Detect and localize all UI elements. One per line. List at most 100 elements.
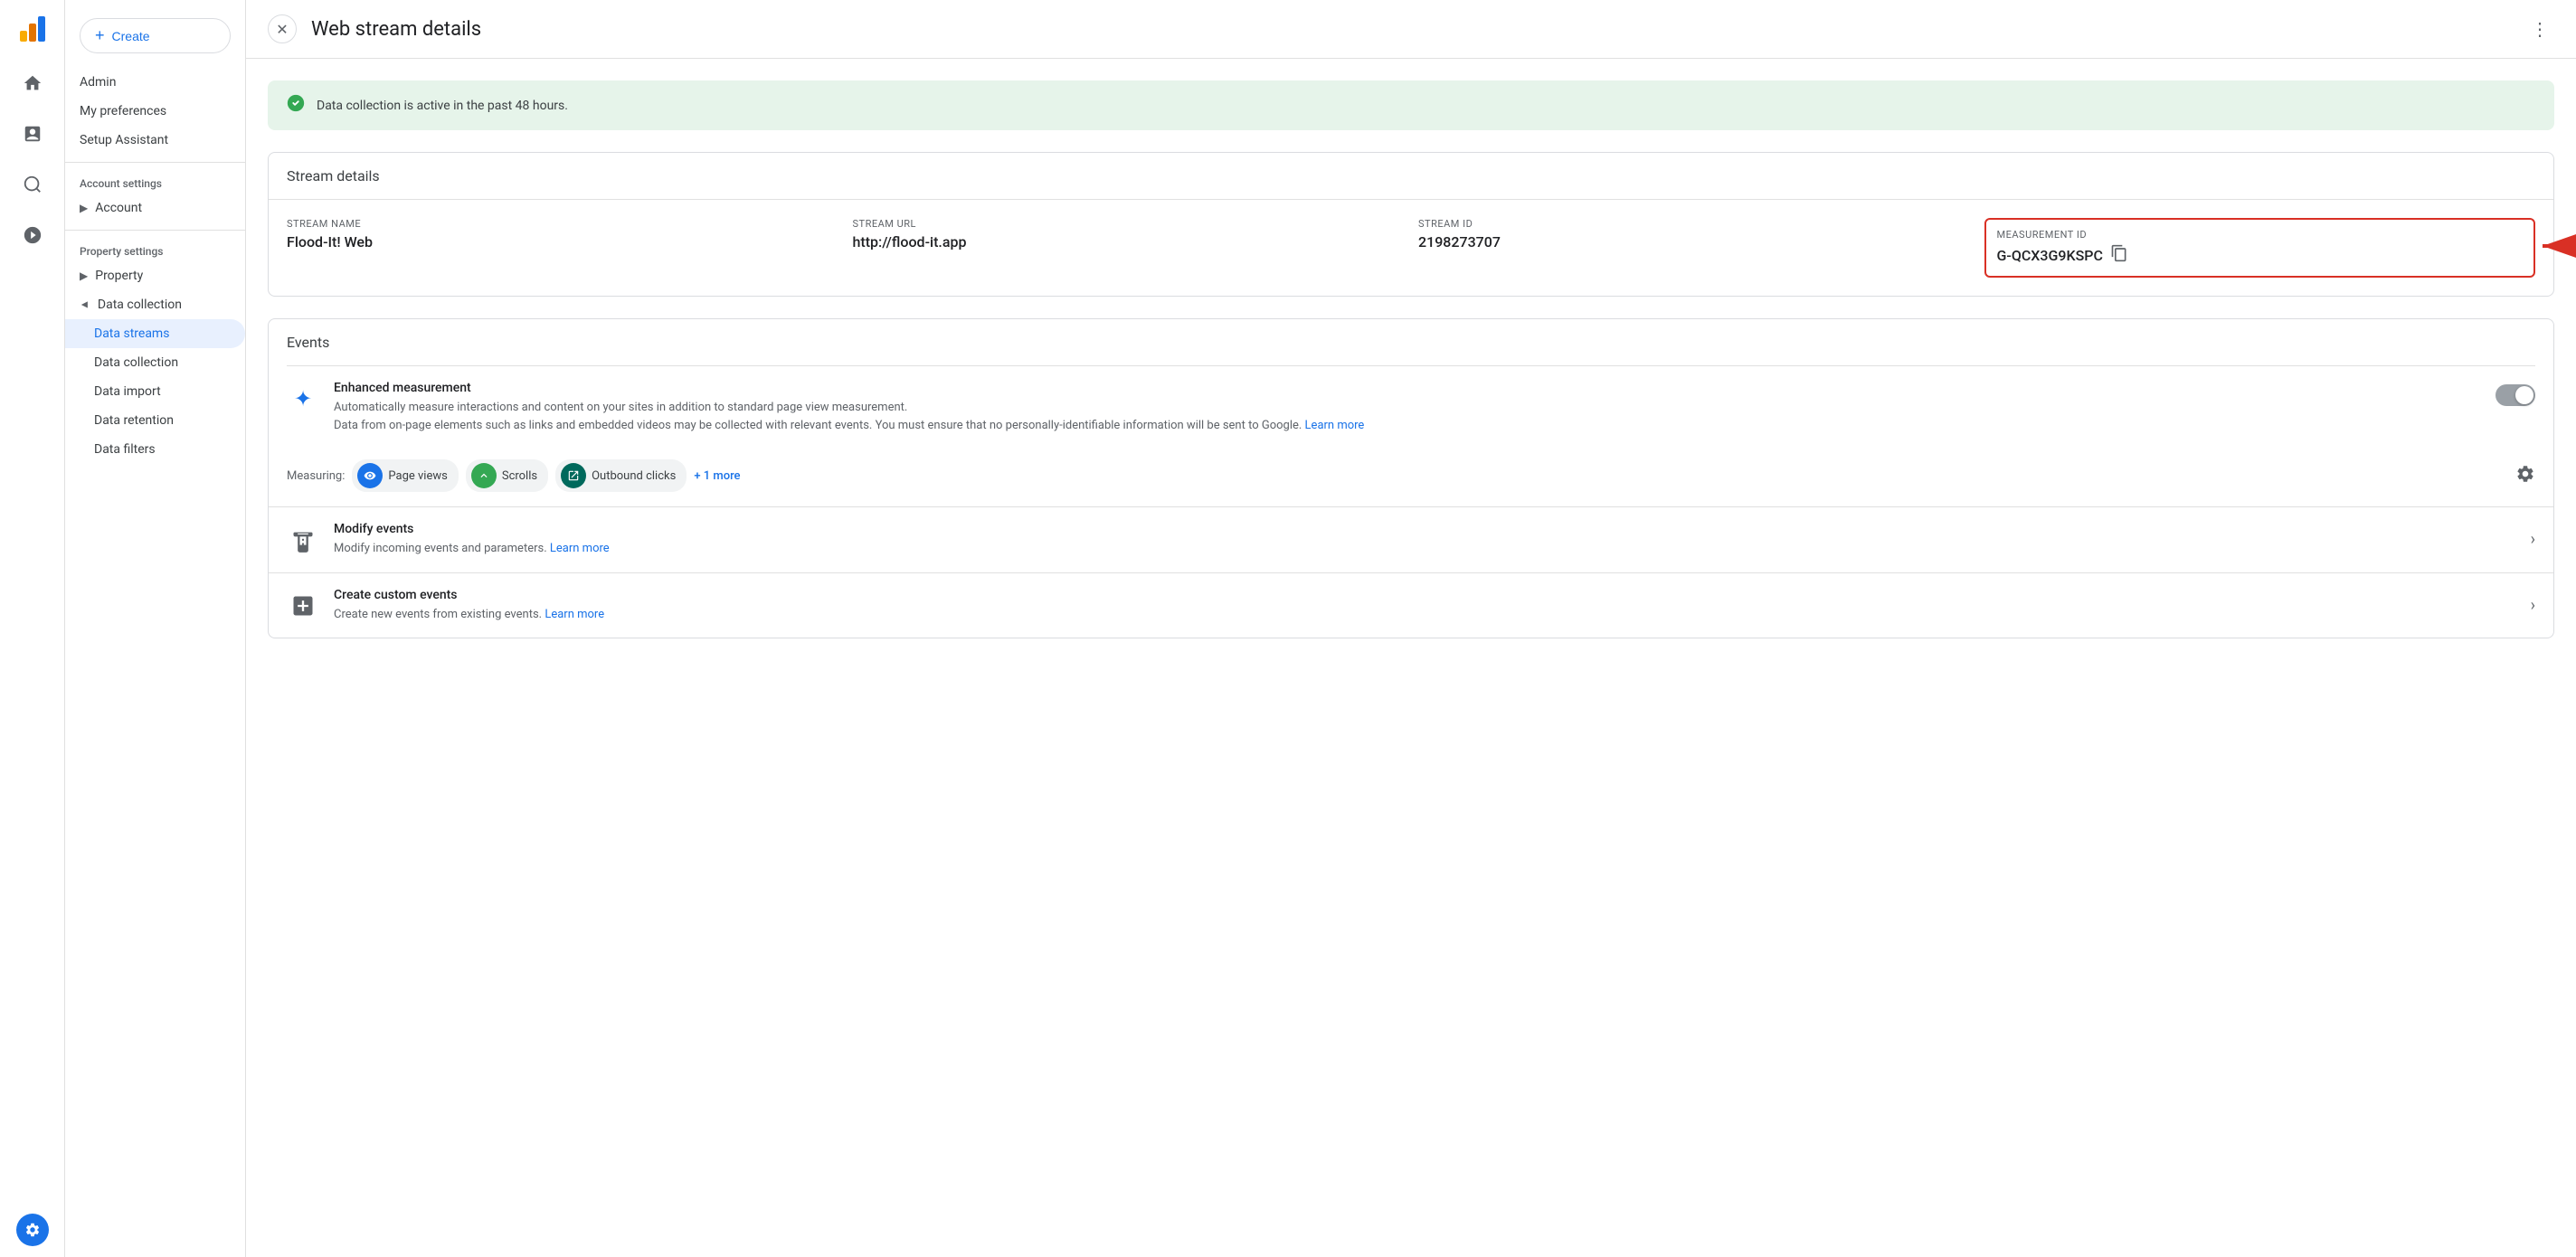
measuring-label: Measuring: bbox=[287, 469, 345, 483]
data-streams-label: Data streams bbox=[94, 326, 169, 341]
account-settings-label: Account settings bbox=[80, 177, 162, 190]
reports-icon[interactable] bbox=[11, 112, 54, 156]
advertising-icon[interactable] bbox=[11, 213, 54, 257]
measuring-settings-icon[interactable] bbox=[2515, 464, 2535, 488]
admin-menu-item[interactable]: Admin bbox=[65, 68, 245, 97]
page-views-label: Page views bbox=[388, 469, 447, 483]
measuring-row: Measuring: Page views Scrolls bbox=[269, 449, 2553, 506]
data-collection-sub-label: Data collection bbox=[94, 355, 178, 370]
measurement-id-label: MEASUREMENT ID bbox=[1997, 229, 2524, 241]
data-filters-menu-item[interactable]: Data filters bbox=[65, 435, 245, 464]
settings-icon[interactable] bbox=[16, 1214, 49, 1246]
measurement-id-row: G-QCX3G9KSPC bbox=[1997, 244, 2524, 267]
create-button[interactable]: + Create bbox=[80, 18, 231, 53]
sparkle-icon: ✦ bbox=[287, 383, 319, 415]
modify-events-desc: Modify incoming events and parameters. L… bbox=[334, 540, 2516, 558]
enhanced-desc2-text: Data from on-page elements such as links… bbox=[334, 419, 1302, 432]
enhanced-desc: Automatically measure interactions and c… bbox=[334, 399, 2481, 434]
stream-name-value: Flood-It! Web bbox=[287, 233, 838, 250]
main-content: ✕ Web stream details ⋮ Data collection i… bbox=[246, 0, 2576, 1257]
scrolls-chip[interactable]: Scrolls bbox=[466, 459, 548, 492]
page-views-chip[interactable]: Page views bbox=[352, 459, 458, 492]
enhanced-measurement-body: Enhanced measurement Automatically measu… bbox=[334, 381, 2481, 434]
property-settings-header: Property settings bbox=[65, 238, 245, 261]
learn-more-link-1[interactable]: Learn more bbox=[1305, 419, 1365, 432]
data-streams-menu-item[interactable]: Data streams bbox=[65, 319, 245, 348]
stream-url-value: http://flood-it.app bbox=[853, 233, 1405, 250]
account-arrow: ▶ bbox=[80, 202, 88, 214]
home-icon[interactable] bbox=[11, 61, 54, 105]
data-collection-menu-item[interactable]: ▼ Data collection bbox=[65, 290, 245, 319]
enhanced-measurement-toggle[interactable] bbox=[2496, 384, 2535, 406]
measurement-id-value: G-QCX3G9KSPC bbox=[1997, 247, 2103, 264]
outbound-clicks-chip[interactable]: Outbound clicks bbox=[555, 459, 687, 492]
create-custom-learn-more-label: Learn more bbox=[545, 608, 604, 621]
modify-events-desc-text: Modify incoming events and parameters. bbox=[334, 542, 547, 555]
stream-name-label: STREAM NAME bbox=[287, 218, 838, 230]
stream-details-grid: STREAM NAME Flood-It! Web STREAM URL htt… bbox=[269, 200, 2553, 296]
data-collection-sub-menu-item[interactable]: Data collection bbox=[65, 348, 245, 377]
create-custom-events-chevron: › bbox=[2531, 596, 2535, 615]
panel-header: ✕ Web stream details ⋮ bbox=[246, 0, 2576, 59]
modify-events-row[interactable]: Modify events Modify incoming events and… bbox=[269, 506, 2553, 572]
data-import-menu-item[interactable]: Data import bbox=[65, 377, 245, 406]
scrolls-label: Scrolls bbox=[502, 469, 537, 483]
icon-bar bbox=[0, 0, 65, 1257]
check-circle-icon bbox=[286, 93, 306, 118]
toggle-knob bbox=[2515, 386, 2533, 404]
red-arrow bbox=[2533, 223, 2576, 272]
enhanced-desc-text: Automatically measure interactions and c… bbox=[334, 401, 907, 414]
create-label: Create bbox=[112, 29, 150, 43]
data-collection-alert: Data collection is active in the past 48… bbox=[268, 80, 2554, 130]
close-icon: ✕ bbox=[276, 21, 288, 38]
my-preferences-menu-item[interactable]: My preferences bbox=[65, 97, 245, 126]
stream-url-label: STREAM URL bbox=[853, 218, 1405, 230]
scrolls-icon bbox=[471, 463, 497, 488]
stream-url-field: STREAM URL http://flood-it.app bbox=[853, 218, 1405, 278]
enhanced-title: Enhanced measurement bbox=[334, 381, 2481, 395]
copy-icon[interactable] bbox=[2110, 244, 2128, 267]
learn-more-1-label: Learn more bbox=[1305, 419, 1365, 432]
stream-id-field: STREAM ID 2198273707 bbox=[1418, 218, 1970, 278]
data-collection-label: Data collection bbox=[98, 298, 182, 312]
stream-name-field: STREAM NAME Flood-It! Web bbox=[287, 218, 838, 278]
data-collection-arrow: ▼ bbox=[79, 299, 91, 310]
data-retention-menu-item[interactable]: Data retention bbox=[65, 406, 245, 435]
more-link[interactable]: + 1 more bbox=[694, 469, 740, 483]
my-preferences-label: My preferences bbox=[80, 104, 166, 118]
alert-text: Data collection is active in the past 48… bbox=[317, 99, 568, 113]
sidebar: + Create Admin My preferences Setup Assi… bbox=[65, 0, 246, 1257]
outbound-clicks-icon bbox=[561, 463, 586, 488]
stream-details-header: Stream details bbox=[269, 153, 2553, 200]
plus-icon: + bbox=[95, 26, 105, 45]
property-arrow: ▶ bbox=[80, 269, 88, 282]
admin-label: Admin bbox=[80, 75, 116, 90]
create-custom-learn-more-link[interactable]: Learn more bbox=[545, 608, 604, 621]
more-icon: ⋮ bbox=[2531, 18, 2549, 40]
explore-icon[interactable] bbox=[11, 163, 54, 206]
modify-learn-more-link[interactable]: Learn more bbox=[550, 542, 610, 555]
app-logo bbox=[14, 11, 51, 47]
modify-events-title: Modify events bbox=[334, 522, 2516, 536]
create-custom-desc: Create new events from existing events. … bbox=[334, 606, 2516, 624]
stream-id-label: STREAM ID bbox=[1418, 218, 1970, 230]
modify-events-info: Modify events Modify incoming events and… bbox=[334, 522, 2516, 558]
data-filters-label: Data filters bbox=[94, 442, 156, 457]
setup-assistant-menu-item[interactable]: Setup Assistant bbox=[65, 126, 245, 155]
modify-events-chevron: › bbox=[2531, 530, 2535, 549]
close-button[interactable]: ✕ bbox=[268, 14, 297, 43]
web-stream-panel: ✕ Web stream details ⋮ Data collection i… bbox=[246, 0, 2576, 1257]
create-custom-events-icon bbox=[287, 590, 319, 622]
stream-details-card: Stream details STREAM NAME Flood-It! Web… bbox=[268, 152, 2554, 297]
property-menu-item[interactable]: ▶ Property bbox=[65, 261, 245, 290]
data-retention-label: Data retention bbox=[94, 413, 174, 428]
stream-id-value: 2198273707 bbox=[1418, 233, 1970, 250]
divider-1 bbox=[65, 162, 245, 163]
property-settings-label: Property settings bbox=[80, 245, 163, 258]
setup-assistant-label: Setup Assistant bbox=[80, 133, 168, 147]
account-menu-item[interactable]: ▶ Account bbox=[65, 194, 245, 222]
outbound-clicks-label: Outbound clicks bbox=[592, 469, 676, 483]
panel-body: Data collection is active in the past 48… bbox=[246, 59, 2576, 682]
create-custom-events-row[interactable]: Create custom events Create new events f… bbox=[269, 572, 2553, 638]
more-options-button[interactable]: ⋮ bbox=[2525, 14, 2554, 43]
